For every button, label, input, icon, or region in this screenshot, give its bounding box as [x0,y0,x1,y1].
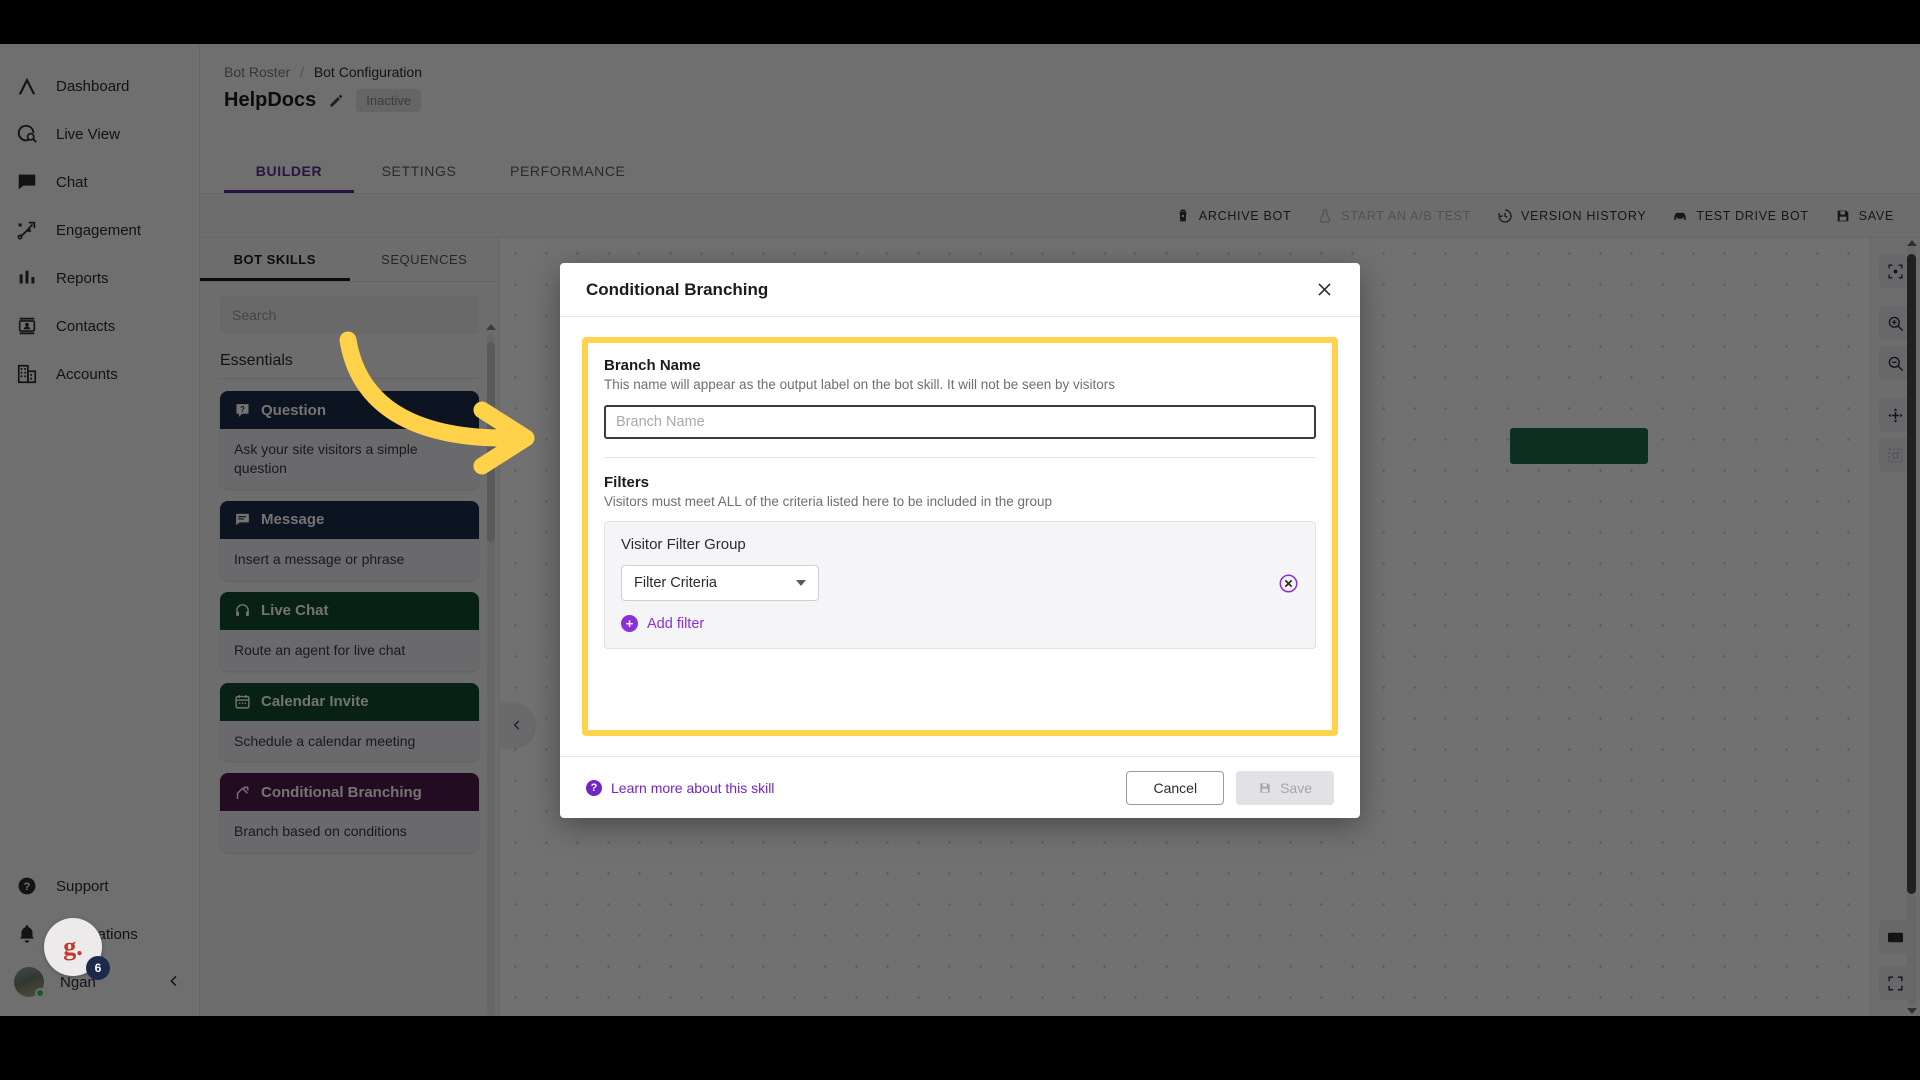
filter-criteria-select[interactable]: Filter Criteria [621,565,819,601]
close-icon [1318,283,1331,296]
brand-initial: g. [63,932,83,961]
branch-name-label: Branch Name [604,357,701,374]
remove-filter-button[interactable] [1278,573,1299,594]
app-root: Dashboard Live View Chat Engagement [0,0,1920,1080]
section-divider [604,457,1316,458]
conditional-branching-modal: Conditional Branching Branch Name This n… [560,263,1360,818]
footer-buttons: Cancel Save [1126,770,1334,805]
highlight-ring: Branch Name This name will appear as the… [582,337,1338,736]
filters-label: Filters [604,474,650,491]
save-label: Save [1280,779,1312,796]
notification-count-badge: 6 [86,956,110,980]
filters-hint: Visitors must meet ALL of the criteria l… [604,494,1052,509]
close-button[interactable] [1315,280,1334,299]
learn-more-label: Learn more about this skill [611,779,775,796]
branch-name-hint: This name will appear as the output labe… [604,377,1116,392]
learn-more-link[interactable]: ? Learn more about this skill [586,779,775,796]
add-filter-button[interactable]: + Add filter [621,615,1299,632]
chevron-down-icon [796,580,806,586]
filter-criteria-row: Filter Criteria [621,565,1299,601]
visitor-filter-group-label: Visitor Filter Group [621,536,746,553]
modal-body: Branch Name This name will appear as the… [560,317,1360,756]
modal-title: Conditional Branching [586,279,769,299]
modal-footer: ? Learn more about this skill Cancel Sav… [560,756,1360,818]
letterbox-top [0,0,1920,44]
letterbox-bottom [0,1016,1920,1080]
modal-header: Conditional Branching [560,263,1360,317]
save-icon [1260,782,1270,793]
floating-brand-badge[interactable]: g. 6 [44,918,110,980]
branch-name-input[interactable] [604,405,1316,439]
help-circle-icon: ? [586,779,602,796]
remove-circle-icon [1279,574,1298,592]
save-button[interactable]: Save [1236,770,1334,805]
plus-circle-icon: + [621,615,638,632]
filter-criteria-value: Filter Criteria [634,575,717,591]
visitor-filter-group: Visitor Filter Group Filter Criteria + A… [604,521,1316,649]
cancel-button[interactable]: Cancel [1126,770,1225,805]
add-filter-label: Add filter [647,615,705,632]
